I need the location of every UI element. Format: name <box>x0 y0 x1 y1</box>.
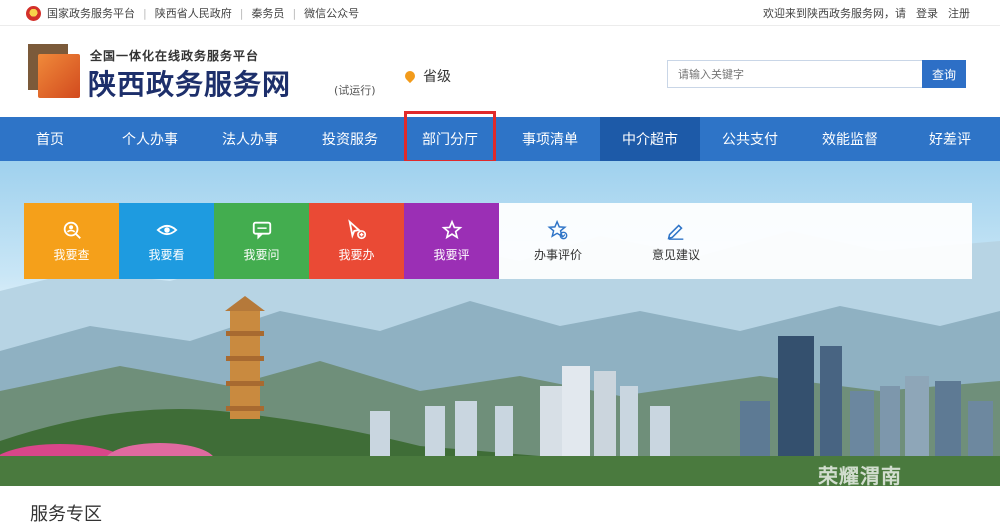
welcome-text: 欢迎来到陕西政务服务网，请 <box>763 7 906 20</box>
nav-department-hall[interactable]: 部门分厅 <box>400 111 500 163</box>
quick-search-tile[interactable]: 我要查 <box>24 203 119 279</box>
region-selector[interactable]: 省级 <box>402 66 451 86</box>
nav-efficiency[interactable]: 效能监督 <box>800 117 900 161</box>
star-icon <box>441 219 462 240</box>
quick-tile-label: 我要问 <box>243 248 280 262</box>
location-pin-icon <box>402 68 418 84</box>
chat-icon <box>252 221 271 240</box>
nav-personal[interactable]: 个人办事 <box>100 117 200 161</box>
quick-tile-label: 我要办 <box>338 248 375 262</box>
site-logo-icon[interactable] <box>28 44 80 98</box>
quick-view-tile[interactable]: 我要看 <box>119 203 214 279</box>
quick-tile-label: 我要查 <box>53 248 90 262</box>
nav-corporate[interactable]: 法人办事 <box>200 117 300 161</box>
trial-label: (试运行) <box>334 84 376 97</box>
nav-home[interactable]: 首页 <box>0 117 100 161</box>
user-links: 欢迎来到陕西政务服务网，请 登录 注册 <box>763 5 970 21</box>
top-bar: 国家政务服务平台 | 陕西省人民政府 | 秦务员 | 微信公众号 欢迎来到陕西政… <box>0 0 1000 26</box>
link-provincial-government[interactable]: 陕西省人民政府 <box>155 5 232 21</box>
separator: | <box>239 6 244 20</box>
quick-extra-label: 办事评价 <box>533 248 582 262</box>
search-input[interactable] <box>667 60 923 88</box>
watermark-logo: 荣耀渭南 <box>818 464 902 488</box>
quick-tile-label: 我要看 <box>148 248 185 262</box>
nav-agency-market[interactable]: 中介超市 <box>600 117 700 161</box>
link-wechat[interactable]: 微信公众号 <box>304 5 359 21</box>
section-title: 服务专区 <box>30 504 102 525</box>
national-emblem-icon <box>26 5 41 21</box>
region-label: 省级 <box>423 69 451 85</box>
separator: | <box>143 6 147 20</box>
service-evaluation-tile[interactable]: 办事评价 <box>499 203 617 279</box>
quick-extra-label: 意见建议 <box>651 248 700 262</box>
nav-investment[interactable]: 投资服务 <box>300 117 400 161</box>
nav-item-list[interactable]: 事项清单 <box>500 117 600 161</box>
separator: | <box>292 6 297 20</box>
search-button[interactable]: 查询 <box>922 60 966 88</box>
quick-action-bar: 我要查 我要看 我要问 我要办 我要评 办事评价 意见建议 <box>24 203 972 279</box>
pencil-icon <box>667 224 684 240</box>
nav-rating[interactable]: 好差评 <box>900 117 1000 161</box>
eye-icon <box>155 224 178 236</box>
logo-title[interactable]: 陕西政务服务网 <box>88 63 291 103</box>
cursor-plus-icon <box>347 219 366 240</box>
link-qinwuyuan[interactable]: 秦务员 <box>251 5 284 21</box>
site-header: 全国一体化在线政务服务平台 陕西政务服务网 (试运行) 省级 查询 <box>0 27 1000 117</box>
logo-subtitle: 全国一体化在线政务服务平台 <box>90 49 260 63</box>
register-link[interactable]: 注册 <box>948 5 970 21</box>
quick-tile-label: 我要评 <box>433 248 470 262</box>
nav-public-payment[interactable]: 公共支付 <box>700 117 800 161</box>
top-links: 国家政务服务平台 | 陕西省人民政府 | 秦务员 | 微信公众号 <box>26 5 359 21</box>
quick-ask-tile[interactable]: 我要问 <box>214 203 309 279</box>
search-person-icon <box>63 221 81 239</box>
quick-handle-tile[interactable]: 我要办 <box>309 203 404 279</box>
pagoda-illustration <box>225 296 265 419</box>
link-national-platform[interactable]: 国家政务服务平台 <box>47 5 135 21</box>
quick-rate-tile[interactable]: 我要评 <box>404 203 499 279</box>
login-link[interactable]: 登录 <box>916 5 938 21</box>
main-nav: 首页 个人办事 法人办事 投资服务 部门分厅 事项清单 中介超市 公共支付 效能… <box>0 111 1000 163</box>
star-check-icon <box>547 219 568 240</box>
feedback-tile[interactable]: 意见建议 <box>617 203 735 279</box>
